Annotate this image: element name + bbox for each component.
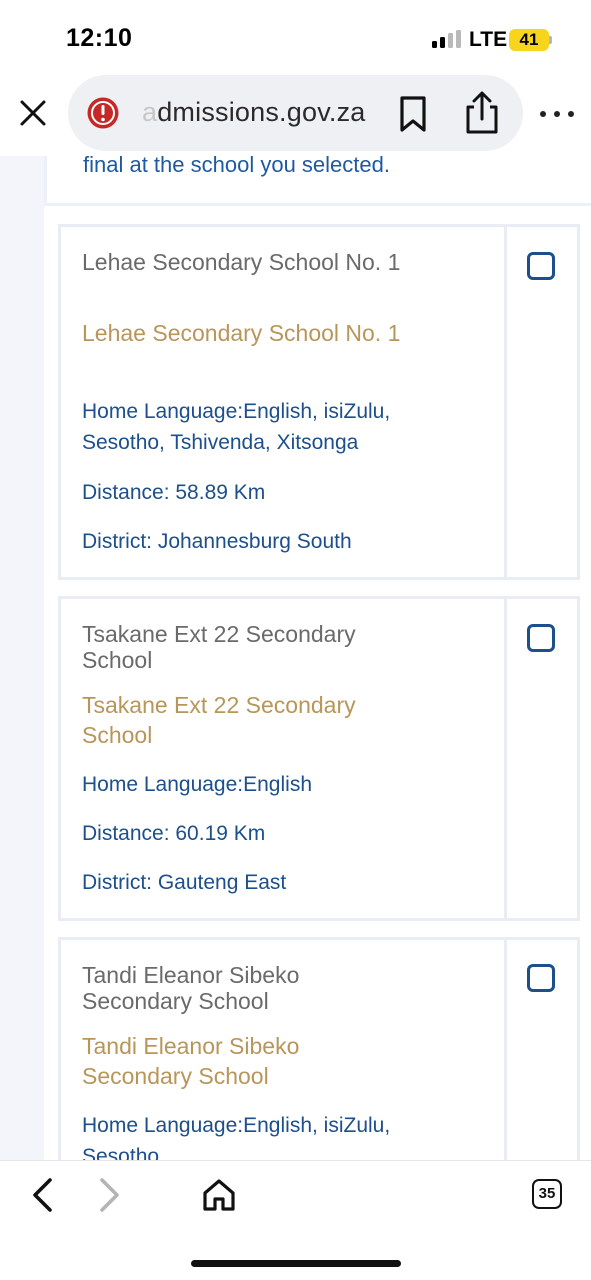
school-card-details: Lehae Secondary School No. 1 Lehae Secon… <box>61 227 507 577</box>
district: District: Johannesburg South <box>82 530 352 553</box>
browser-toolbar: 35 <box>0 1160 591 1280</box>
school-card: Lehae Secondary School No. 1 Lehae Secon… <box>58 224 580 580</box>
school-select-checkbox[interactable] <box>527 624 555 652</box>
district: District: Gauteng East <box>82 871 287 894</box>
warning-icon[interactable] <box>86 96 120 130</box>
back-icon[interactable] <box>26 1177 60 1213</box>
url-text[interactable]: admissions.gov.za <box>142 97 366 128</box>
url-domain: dmissions.gov.za <box>157 97 366 127</box>
status-bar: 12:10 LTE 41 <box>0 0 591 72</box>
distance: Distance: 60.19 Km <box>82 822 266 845</box>
school-label: Lehae Secondary School No. 1 <box>82 249 401 275</box>
school-card: Tsakane Ext 22 Secondary School Tsakane … <box>58 596 580 921</box>
share-icon[interactable] <box>462 91 502 135</box>
distance: Distance: 58.89 Km <box>82 481 266 504</box>
school-name: Tsakane Ext 22 Secondary School <box>82 692 356 748</box>
bookmark-icon[interactable] <box>396 95 430 133</box>
forward-icon[interactable] <box>92 1177 126 1213</box>
school-card-details: Tsakane Ext 22 Secondary School Tsakane … <box>61 599 507 918</box>
school-select-checkbox[interactable] <box>527 252 555 280</box>
page-content: final at the school you selected. Lehae … <box>0 156 591 1160</box>
home-language: Home Language:English, isiZulu, Sesotho,… <box>82 400 391 454</box>
url-field[interactable]: admissions.gov.za <box>68 75 523 151</box>
tabs-icon[interactable]: 35 <box>532 1179 562 1209</box>
status-time: 12:10 <box>66 24 133 52</box>
left-margin <box>0 156 44 1160</box>
home-language: Home Language:English, isiZulu, Sesotho <box>82 1114 391 1160</box>
more-icon[interactable] <box>540 100 574 128</box>
url-prefix: a <box>142 97 158 127</box>
battery-icon: 41 <box>509 29 549 51</box>
battery-tip <box>549 36 552 44</box>
home-indicator <box>191 1260 401 1267</box>
previous-card-text: final at the school you selected. <box>83 156 390 177</box>
network-type: LTE <box>469 28 508 51</box>
school-card: Tandi Eleanor Sibeko Secondary School Ta… <box>58 937 580 1160</box>
school-label: Tandi Eleanor Sibeko Secondary School <box>82 962 300 1014</box>
school-select-checkbox[interactable] <box>527 964 555 992</box>
school-card-details: Tandi Eleanor Sibeko Secondary School Ta… <box>61 940 507 1160</box>
school-name: Lehae Secondary School No. 1 <box>82 320 401 346</box>
close-icon[interactable] <box>12 92 54 134</box>
previous-card: final at the school you selected. <box>44 156 591 206</box>
home-language: Home Language:English <box>82 773 312 796</box>
home-icon[interactable] <box>200 1176 238 1214</box>
browser-address-bar: admissions.gov.za <box>0 72 591 156</box>
school-name: Tandi Eleanor Sibeko Secondary School <box>82 1033 300 1089</box>
signal-icon <box>432 30 464 48</box>
school-label: Tsakane Ext 22 Secondary School <box>82 621 356 673</box>
